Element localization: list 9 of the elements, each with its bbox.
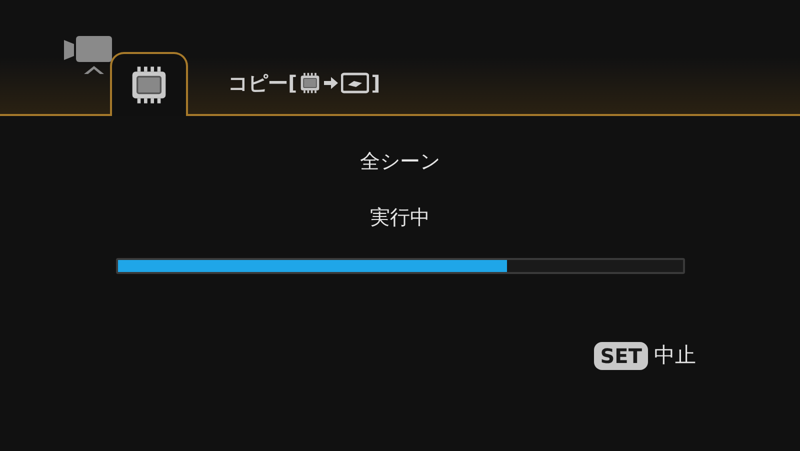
cancel-label: 中止	[654, 342, 696, 369]
status-label: 実行中	[370, 204, 430, 231]
scene-label: 全シーン	[360, 148, 440, 175]
set-key: SET	[594, 342, 648, 370]
menu-tab[interactable]	[110, 52, 188, 116]
arrow-icon	[323, 76, 340, 90]
copy-title-bracket: ]	[371, 70, 380, 97]
copy-title: コピー[	[228, 70, 298, 97]
memory-card-icon	[299, 72, 322, 94]
